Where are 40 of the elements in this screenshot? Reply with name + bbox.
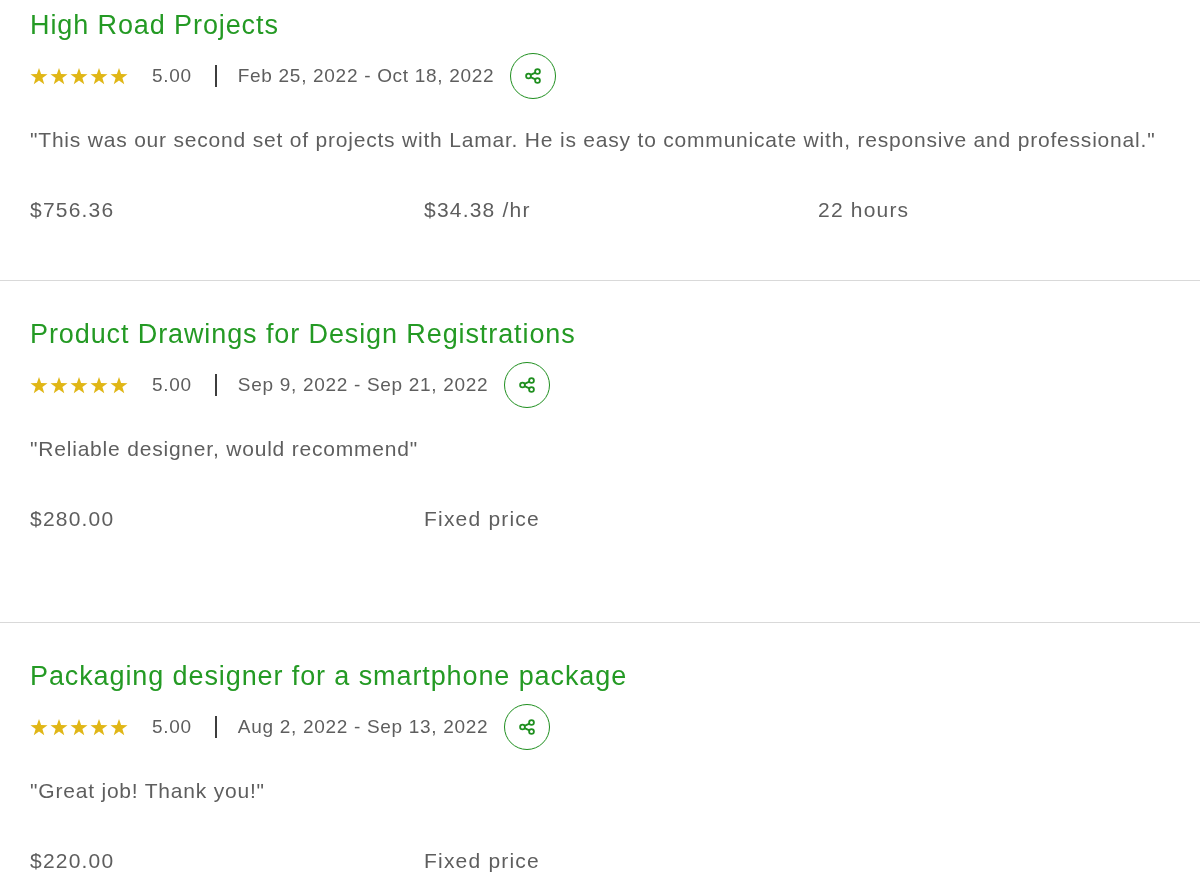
share-button[interactable] [504,362,551,408]
rating-score: 5.00 [152,372,192,397]
job-stat: $220.00 [30,849,115,872]
star-icon [110,67,128,85]
review-text: "Great job! Thank you!" [30,778,265,804]
rating-score: 5.00 [152,63,192,88]
star-icon [70,376,88,394]
star-icon [30,718,48,736]
star-icon [50,718,68,736]
share-icon [525,68,542,84]
rating-score: 5.00 [152,714,192,739]
date-range: Sep 9, 2022 - Sep 21, 2022 [237,372,489,397]
share-icon [519,377,536,393]
share-button[interactable] [504,704,551,750]
job-stat: Fixed price [424,507,540,530]
job-stat: $756.36 [30,198,115,221]
star-icon [70,67,88,85]
date-range: Aug 2, 2022 - Sep 13, 2022 [237,714,489,739]
review-text: "Reliable designer, would recommend" [30,436,419,462]
star-icon [110,718,128,736]
star-icon [90,718,108,736]
job-title-link[interactable]: Packaging designer for a smartphone package [30,660,628,692]
star-icon [30,67,48,85]
job-stat: Fixed price [424,849,540,872]
share-button[interactable] [510,53,557,99]
star-icon [50,376,68,394]
date-range: Feb 25, 2022 - Oct 18, 2022 [237,63,495,88]
job-stat: $280.00 [30,507,115,530]
job-stat: 22 hours [818,198,910,221]
job-title-link[interactable]: Product Drawings for Design Registrations [30,318,576,350]
star-icon [30,376,48,394]
star-icon [110,376,128,394]
job-title-link[interactable]: High Road Projects [30,9,279,41]
review-text: "This was our second set of projects with Lamar. He is easy to communicate with, responsive and professional." [30,127,1156,153]
share-icon [519,719,536,735]
star-icon [90,376,108,394]
star-icon [50,67,68,85]
star-icon [70,718,88,736]
star-icon [90,67,108,85]
job-stat: $34.38 /hr [424,198,531,221]
